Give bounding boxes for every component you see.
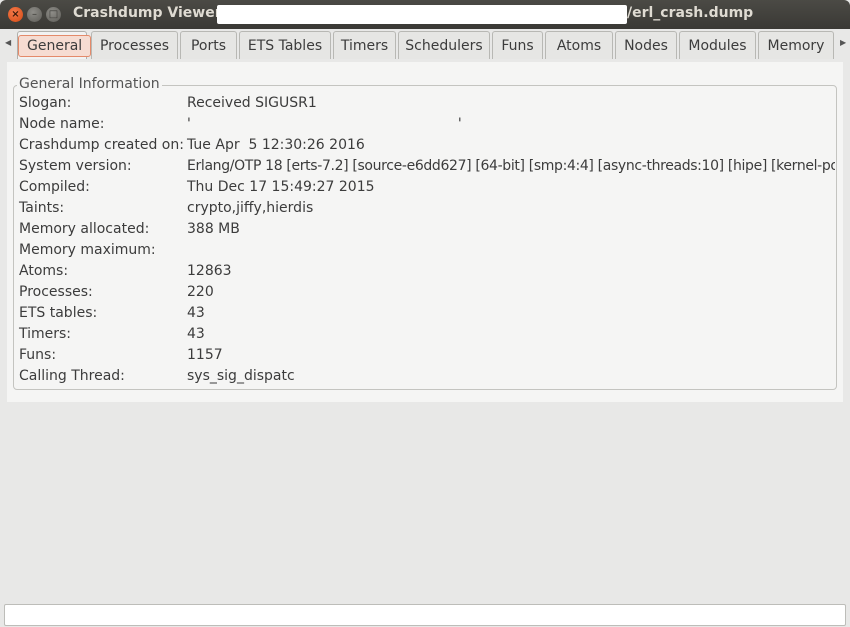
- info-value: Received SIGUSR1: [187, 95, 317, 111]
- close-window-button[interactable]: ×: [8, 7, 23, 22]
- tab-general[interactable]: General: [17, 31, 92, 59]
- info-label: Taints:: [19, 200, 65, 216]
- info-value: Thu Dec 17 15:49:27 2015: [187, 179, 375, 195]
- info-value: 43: [187, 326, 205, 342]
- info-value: Tue Apr 5 12:30:26 2016: [187, 137, 365, 153]
- info-value: 220: [187, 284, 214, 300]
- tab-ets-tables[interactable]: ETS Tables: [239, 31, 331, 59]
- info-label: Crashdump created on:: [19, 137, 184, 153]
- tab-strip: ◀ General Processes Ports ETS Tables Tim…: [0, 29, 850, 60]
- tab-atoms[interactable]: Atoms: [545, 31, 613, 59]
- info-label: Node name:: [19, 116, 105, 132]
- tab-nodes[interactable]: Nodes: [615, 31, 677, 59]
- info-value: 43: [187, 305, 205, 321]
- info-label: Atoms:: [19, 263, 69, 279]
- tab-scroll-left-icon[interactable]: ◀: [5, 38, 11, 47]
- minimize-window-button[interactable]: –: [27, 7, 42, 22]
- window-titlebar: × – □ Crashdump Viewer: /erl_crash.dump: [0, 0, 850, 29]
- info-label: Timers:: [19, 326, 72, 342]
- tab-scroll-right-icon[interactable]: ▶: [840, 38, 846, 47]
- tab-schedulers[interactable]: Schedulers: [398, 31, 490, 59]
- group-title: General Information: [17, 76, 162, 92]
- info-label: Funs:: [19, 347, 57, 363]
- tab-modules[interactable]: Modules: [679, 31, 756, 59]
- info-label: Memory maximum:: [19, 242, 156, 258]
- window-title-file: /erl_crash.dump: [627, 5, 754, 21]
- tab-timers[interactable]: Timers: [333, 31, 396, 59]
- info-label: System version:: [19, 158, 132, 174]
- redacted-path: [217, 5, 627, 24]
- info-value: 1157: [187, 347, 223, 363]
- info-label: Calling Thread:: [19, 368, 125, 384]
- info-label: ETS tables:: [19, 305, 98, 321]
- general-panel: General Information Slogan: Received SIGU…: [7, 62, 843, 402]
- info-label: Slogan:: [19, 95, 72, 111]
- tab-processes[interactable]: Processes: [91, 31, 178, 59]
- info-label: Compiled:: [19, 179, 90, 195]
- info-value: Erlang/OTP 18 [erts-7.2] [source-e6dd627…: [187, 158, 835, 174]
- info-value: 388 MB: [187, 221, 240, 237]
- info-value: sys_sig_dispatc: [187, 368, 295, 384]
- info-label: Memory allocated:: [19, 221, 150, 237]
- info-value: ' ': [187, 116, 462, 132]
- info-label: Processes:: [19, 284, 93, 300]
- tab-funs[interactable]: Funs: [492, 31, 543, 59]
- tab-memory[interactable]: Memory: [758, 31, 834, 59]
- maximize-window-button[interactable]: □: [46, 7, 61, 22]
- window-title: Crashdump Viewer:: [73, 5, 228, 21]
- info-value: 12863: [187, 263, 232, 279]
- tab-ports[interactable]: Ports: [180, 31, 237, 59]
- tab-label: General: [18, 35, 92, 57]
- info-value: crypto,jiffy,hierdis: [187, 200, 314, 216]
- status-bar: [4, 604, 846, 626]
